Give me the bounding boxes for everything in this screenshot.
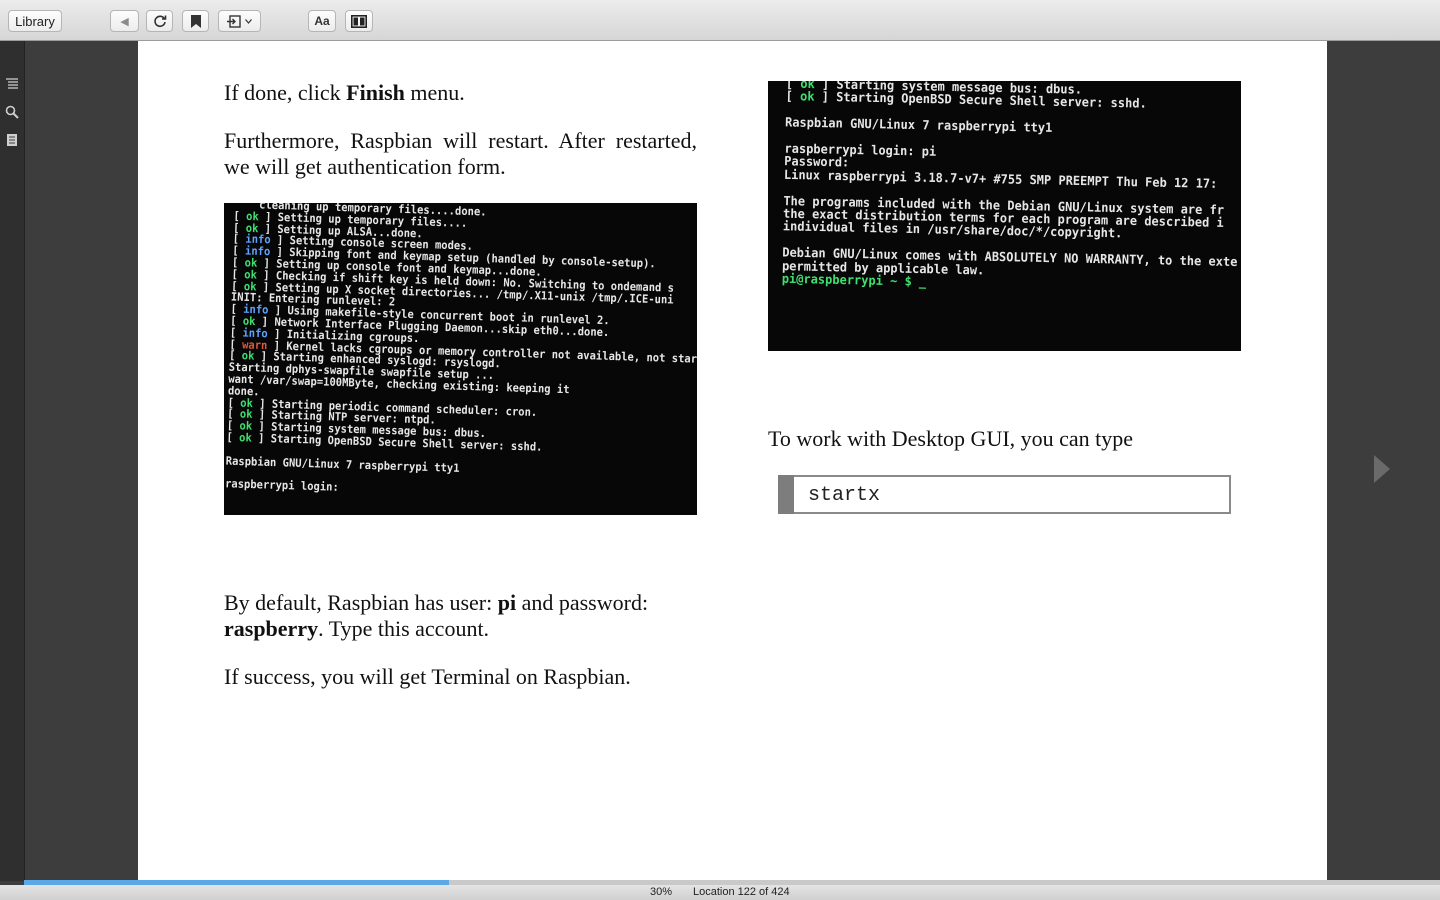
bold-text: pi	[497, 590, 517, 615]
library-button[interactable]: Library	[8, 10, 62, 32]
terminal-text: [ ok ] Starting system message bus: dbus…	[782, 81, 1241, 295]
text: . Type this account.	[318, 616, 490, 641]
back-button[interactable]: ◀	[110, 10, 139, 32]
paragraph-success: If success, you will get Terminal on Ras…	[224, 664, 631, 689]
terminal-text: cleaning up temporary files....done.[ ok…	[225, 203, 697, 505]
code-block-bar	[778, 475, 794, 514]
bold-text: Finish	[346, 80, 405, 105]
location-indicator: Location 122 of 424	[693, 886, 790, 898]
text: and password:	[516, 590, 649, 615]
progress-percent: 30%	[650, 886, 673, 898]
search-icon[interactable]	[5, 105, 19, 119]
notes-icon[interactable]	[5, 133, 19, 147]
text: menu.	[404, 80, 465, 105]
text: By default, Raspbian has user:	[224, 590, 498, 615]
code-block: startx	[778, 475, 1231, 514]
paragraph-default-user: By default, Raspbian has user: pi and pa…	[224, 590, 697, 642]
chevron-down-icon	[245, 18, 252, 24]
table-of-contents-icon[interactable]	[5, 77, 19, 91]
toolbar: Library ◀ Aa	[0, 0, 1440, 41]
code-text: startx	[808, 484, 881, 507]
refresh-button[interactable]	[146, 10, 173, 32]
paragraph-desktop-gui: To work with Desktop GUI, you can type	[768, 426, 1134, 451]
status-bar: 30% Location 122 of 424	[0, 885, 1440, 900]
paragraph-finish: If done, click Finish menu.	[224, 80, 697, 106]
goto-button[interactable]	[218, 10, 261, 32]
left-sidebar	[0, 41, 25, 881]
two-page-view-icon	[351, 14, 367, 28]
bookmark-icon	[190, 14, 201, 28]
bold-text: raspberry	[224, 616, 319, 641]
refresh-icon	[153, 15, 166, 28]
bookmark-button[interactable]	[182, 10, 209, 32]
terminal-screenshot-login: [ ok ] Starting system message bus: dbus…	[768, 81, 1241, 351]
text: If done, click	[224, 80, 347, 105]
view-mode-button[interactable]	[345, 10, 373, 32]
paragraph-restart: Furthermore, Raspbian will restart. Afte…	[224, 128, 697, 179]
book-page: If done, click Finish menu. Furthermore,…	[138, 41, 1327, 885]
triangle-left-icon: ◀	[120, 15, 129, 28]
next-page-icon[interactable]	[1374, 455, 1390, 483]
goto-icon	[227, 14, 241, 28]
terminal-screenshot-boot: cleaning up temporary files....done.[ ok…	[224, 203, 697, 515]
font-settings-button[interactable]: Aa	[308, 10, 336, 32]
